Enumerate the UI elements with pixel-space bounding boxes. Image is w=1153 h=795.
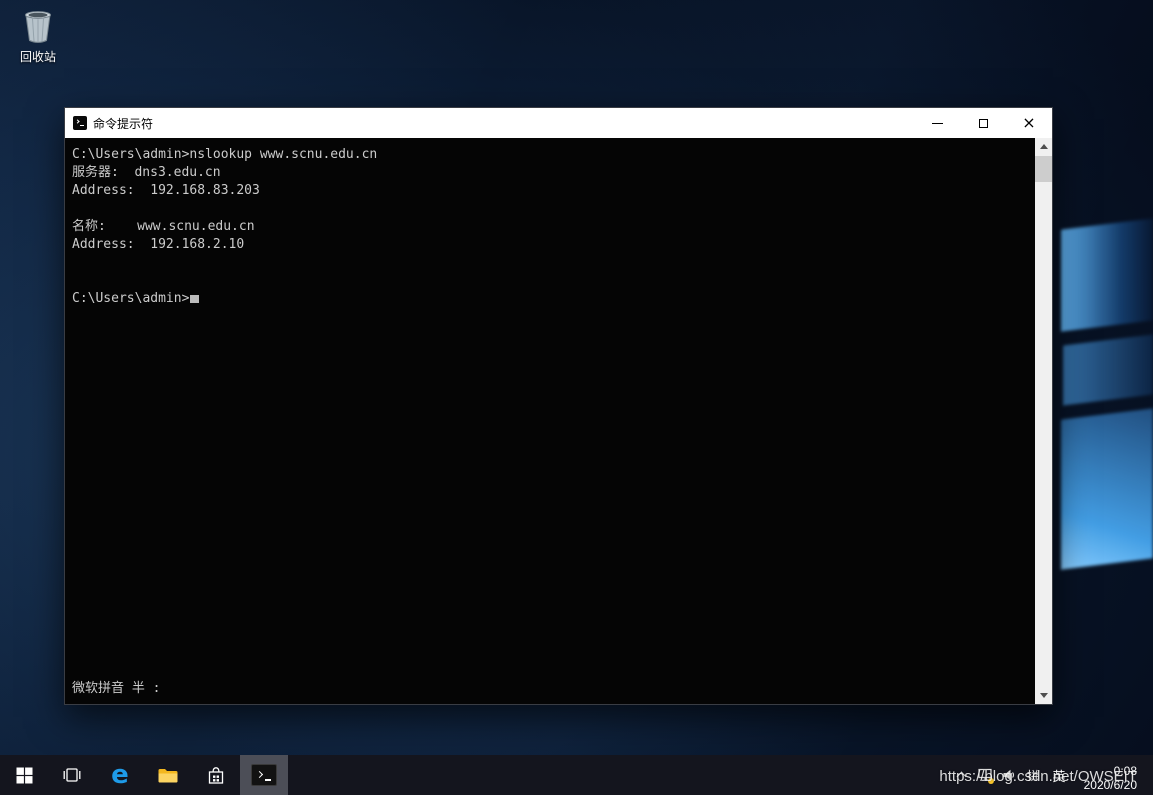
hidden-icons-button[interactable]	[949, 755, 973, 795]
network-tray-button[interactable]	[973, 755, 997, 795]
terminal-line	[72, 272, 1030, 290]
edge-browser-button[interactable]: e	[96, 755, 144, 795]
terminal-line	[72, 200, 1030, 218]
clock-date: 2020/6/20	[1073, 778, 1137, 792]
recycle-bin-icon[interactable]: 回收站	[13, 8, 63, 65]
terminal-line: 服务器: dns3.edu.cn	[72, 164, 1030, 182]
close-icon: ×	[1022, 115, 1035, 131]
clock-time: 0:08	[1073, 764, 1137, 778]
wallpaper-light-pane	[1063, 334, 1153, 405]
window-title: 命令提示符	[93, 115, 153, 132]
volume-tray-button[interactable]	[997, 755, 1021, 795]
task-view-icon	[62, 765, 82, 785]
store-button[interactable]	[192, 755, 240, 795]
taskbar: e	[0, 755, 1153, 795]
terminal-line: C:\Users\admin>nslookup www.scnu.edu.cn	[72, 146, 1030, 164]
terminal-line: C:\Users\admin>	[72, 290, 1030, 308]
file-explorer-icon	[157, 765, 179, 785]
edge-icon: e	[111, 762, 129, 788]
volume-icon	[1002, 768, 1017, 782]
ime-status-line: 微软拼音 半 :	[72, 680, 160, 698]
cmd-icon	[73, 116, 87, 130]
ime-pin-button[interactable]: 拼	[1021, 755, 1045, 795]
task-view-button[interactable]	[48, 755, 96, 795]
cmd-icon	[251, 764, 277, 786]
terminal-output-area[interactable]: C:\Users\admin>nslookup www.scnu.edu.cn服…	[65, 138, 1052, 704]
terminal-line	[72, 254, 1030, 272]
taskbar-cmd-button[interactable]	[240, 755, 288, 795]
maximize-icon	[979, 119, 988, 128]
file-explorer-button[interactable]	[144, 755, 192, 795]
taskbar-clock[interactable]: 0:08 2020/6/20	[1073, 758, 1145, 792]
maximize-button[interactable]	[960, 108, 1006, 138]
wallpaper-light-pane	[1061, 218, 1153, 331]
scrollbar-thumb[interactable]	[1035, 156, 1052, 182]
desktop: 回收站 命令提示符 × C:\Users\admin>nslookup www.…	[0, 0, 1153, 755]
store-icon	[206, 765, 226, 786]
terminal-cursor	[190, 295, 199, 303]
terminal-line: Address: 192.168.83.203	[72, 182, 1030, 200]
input-language-indicator[interactable]: 英	[1045, 766, 1073, 785]
scroll-up-arrow[interactable]	[1035, 138, 1052, 155]
start-button[interactable]	[0, 755, 48, 795]
command-prompt-window: 命令提示符 × C:\Users\admin>nslookup www.scnu…	[64, 107, 1053, 705]
minimize-button[interactable]	[914, 108, 960, 138]
ime-pin-icon: 拼	[1027, 767, 1039, 784]
window-titlebar[interactable]: 命令提示符 ×	[65, 108, 1052, 138]
terminal-scrollbar[interactable]	[1035, 138, 1052, 704]
trash-can-icon	[19, 8, 57, 44]
network-warning-badge	[988, 778, 994, 784]
hidden-icons-chevron	[956, 772, 966, 782]
close-button[interactable]: ×	[1006, 108, 1052, 138]
terminal-lines: C:\Users\admin>nslookup www.scnu.edu.cn服…	[72, 146, 1030, 308]
terminal-line: Address: 192.168.2.10	[72, 236, 1030, 254]
system-tray: 拼 英 0:08 2020/6/20 https://blog.csdn.net…	[949, 755, 1153, 795]
windows-logo-icon	[16, 767, 33, 784]
wallpaper-light-pane	[1061, 408, 1153, 569]
recycle-bin-label: 回收站	[13, 48, 63, 65]
terminal-line: 名称: www.scnu.edu.cn	[72, 218, 1030, 236]
scroll-down-arrow[interactable]	[1035, 687, 1052, 704]
minimize-icon	[932, 123, 943, 124]
